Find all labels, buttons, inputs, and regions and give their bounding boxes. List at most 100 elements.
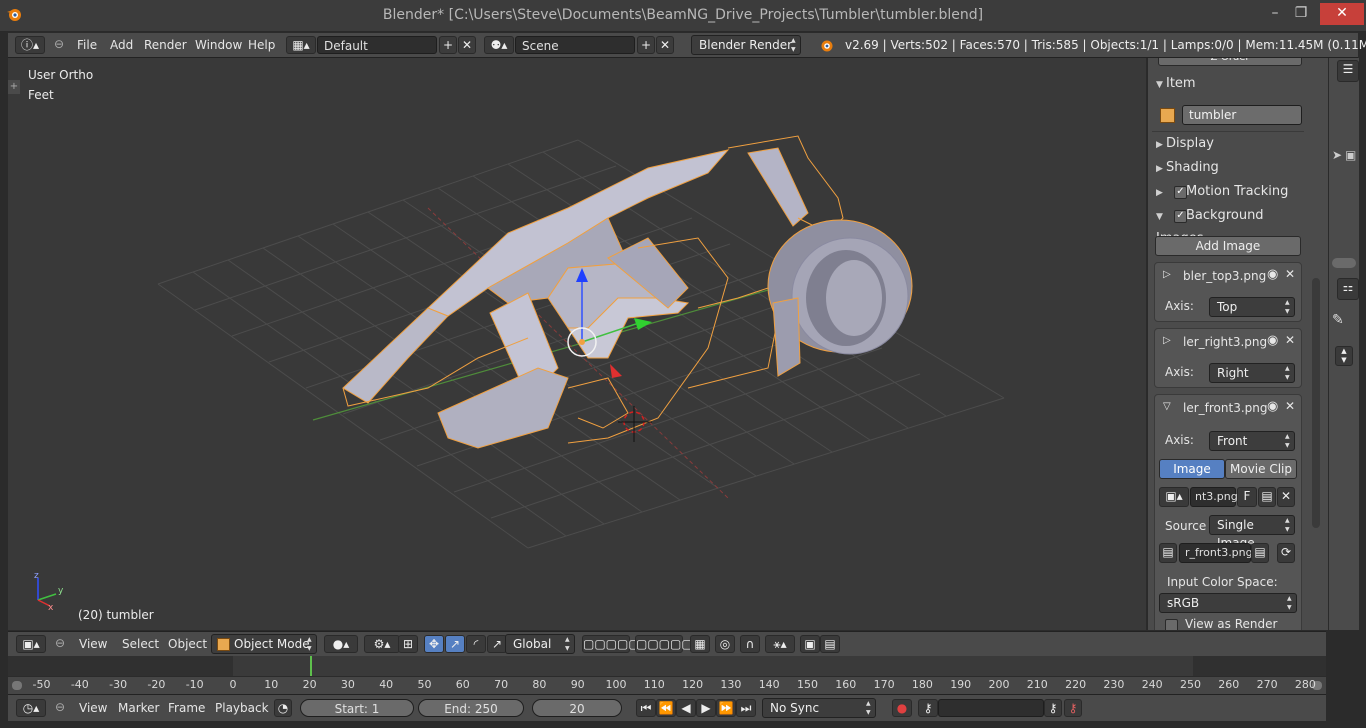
menu-frame[interactable]: Frame [168, 701, 205, 715]
outliner-icon[interactable]: ⚏ [1337, 278, 1359, 300]
menu-view[interactable]: View [79, 701, 107, 715]
render-engine-dropdown[interactable]: Blender Render [691, 35, 801, 55]
proportional-falloff-icon[interactable]: ∩ [740, 635, 760, 653]
reload-icon[interactable]: ⟳ [1277, 543, 1295, 563]
scroll-handle-left[interactable] [12, 681, 22, 690]
axis-dropdown-top[interactable]: Top [1209, 297, 1295, 317]
collapse-menu-icon[interactable]: ⊖ [55, 700, 65, 714]
lock-layers-icon[interactable]: ▦ [690, 635, 710, 653]
render-preview-icon[interactable]: ▣ [800, 635, 820, 653]
layers-grid-b[interactable]: ▢▢▢▢▢ [635, 635, 693, 653]
panel-display-header[interactable]: ▶ Display [1156, 133, 1304, 155]
render-animation-icon[interactable]: ▤ [820, 635, 840, 653]
current-frame-field[interactable]: 20 [532, 699, 622, 717]
add-scene-icon[interactable]: + [637, 36, 655, 54]
next-keyframe-icon[interactable]: ⏩ [716, 699, 736, 717]
transform-orientation-icon[interactable]: ↗ [487, 635, 507, 653]
layout-field[interactable]: Default [317, 36, 437, 54]
timeline-ruler[interactable]: -50 -40 -30 -20 -10 0 10 20 30 40 50 60 70 80 90 100 110… [8, 676, 1326, 694]
maximize-button[interactable]: ❐ [1286, 3, 1316, 25]
editor-type-timeline-icon[interactable]: ◷▴ [16, 699, 46, 717]
color-space-dropdown[interactable]: sRGB [1159, 593, 1297, 613]
3d-cursor[interactable] [618, 406, 652, 442]
remove-image-icon[interactable]: ✕ [1285, 267, 1295, 281]
axis-dropdown-front[interactable]: Front [1209, 431, 1295, 451]
scene-field[interactable]: Scene [515, 36, 635, 54]
unlink-image-icon[interactable]: ✕ [1277, 487, 1295, 507]
camera-icon[interactable]: ▣ [1345, 148, 1356, 162]
editor-type-3d-icon[interactable]: ▣▴ [16, 635, 46, 653]
expand-triangle-icon[interactable]: ▷ [1163, 335, 1171, 346]
motion-tracking-checkbox[interactable]: ✓ [1174, 186, 1187, 199]
keying-set-field[interactable] [938, 699, 1044, 717]
editor-type-info-icon[interactable]: ⓘ▴ [15, 36, 45, 54]
menu-window[interactable]: Window [195, 38, 242, 52]
viewport-shading-icon[interactable]: ●▴ [324, 635, 358, 653]
record-icon[interactable]: ● [892, 699, 912, 717]
menu-playback[interactable]: Playback [215, 701, 269, 715]
sidebar-scrollbar[interactable] [1312, 278, 1320, 528]
scene-selector-icon[interactable]: ⚉▴ [484, 36, 514, 54]
image-datablock-field[interactable]: nt3.png [1190, 487, 1238, 507]
view-as-render-checkbox[interactable] [1165, 619, 1178, 630]
remove-layout-icon[interactable]: ✕ [458, 36, 476, 54]
panel-background-images-header[interactable]: ▼✓Background Images [1156, 205, 1304, 246]
browse-file-icon[interactable]: ▤ [1251, 543, 1269, 563]
layers-grid-a[interactable]: ▢▢▢▢▢ [582, 635, 640, 653]
layout-selector-icon[interactable]: ▦▴ [286, 36, 316, 54]
folder-icon[interactable]: ▤ [1258, 487, 1276, 507]
scroll-arrows-icon[interactable]: ▲ ▼ [1335, 346, 1353, 366]
close-button[interactable]: ✕ [1320, 3, 1364, 25]
remove-scene-icon[interactable]: ✕ [656, 36, 674, 54]
properties-editor-icon[interactable]: ☰ [1337, 60, 1359, 82]
pivot-point-icon[interactable]: ⚙▴ [364, 635, 400, 653]
axis-dropdown-right[interactable]: Right [1209, 363, 1295, 383]
start-frame-field[interactable]: Start: 1 [300, 699, 414, 717]
delete-keyframe-icon[interactable]: ⚷ [1064, 699, 1082, 717]
orientation-dropdown[interactable]: Global [505, 634, 575, 654]
translate-manipulator-icon[interactable]: ✥ [424, 635, 444, 653]
panel-shading-header[interactable]: ▶ Shading [1156, 157, 1304, 179]
panel-motion-tracking-header[interactable]: ▶ ✓ Motion Tracking [1156, 181, 1304, 203]
end-frame-field[interactable]: End: 250 [418, 699, 524, 717]
toggle-switch[interactable] [1332, 258, 1356, 268]
current-frame-marker[interactable] [309, 656, 312, 676]
menu-file[interactable]: File [77, 38, 97, 52]
object-name-field[interactable]: tumbler [1182, 105, 1302, 125]
menu-view[interactable]: View [79, 637, 107, 651]
preview-range-icon[interactable]: ◔ [274, 699, 292, 717]
menu-marker[interactable]: Marker [118, 701, 159, 715]
remove-image-icon[interactable]: ✕ [1285, 399, 1295, 413]
eye-icon[interactable]: ◉ [1267, 267, 1278, 282]
sync-dropdown[interactable]: No Sync [762, 698, 876, 718]
source-dropdown[interactable]: Single Image [1209, 515, 1295, 550]
expand-triangle-icon[interactable]: ▷ [1163, 269, 1171, 280]
collapse-menu-icon[interactable]: ⊖ [54, 37, 64, 51]
eye-icon[interactable]: ◉ [1267, 333, 1278, 348]
keying-set-icon[interactable]: ⚷ [918, 699, 938, 717]
collapse-menu-icon[interactable]: ⊖ [55, 636, 65, 650]
menu-render[interactable]: Render [144, 38, 187, 52]
menu-help[interactable]: Help [248, 38, 275, 52]
eye-icon[interactable]: ◉ [1267, 399, 1278, 414]
play-reverse-icon[interactable]: ◀ [676, 699, 696, 717]
tab-movie-clip[interactable]: Movie Clip [1225, 459, 1297, 479]
jump-start-icon[interactable]: ⏮ [636, 699, 656, 717]
rotate-manipulator-icon[interactable]: ↗ [445, 635, 465, 653]
background-images-checkbox[interactable]: ✓ [1174, 210, 1187, 223]
top-clipped-button[interactable]: Z-Order [1158, 58, 1302, 66]
prev-keyframe-icon[interactable]: ⏪ [656, 699, 676, 717]
viewport-canvas[interactable] [8, 58, 1146, 630]
fake-user-button[interactable]: F [1237, 487, 1257, 507]
tab-image[interactable]: Image [1159, 459, 1225, 479]
menu-object[interactable]: Object [168, 637, 207, 651]
menu-add[interactable]: Add [110, 38, 133, 52]
jump-end-icon[interactable]: ⏭ [736, 699, 756, 717]
3d-viewport[interactable]: + User Ortho Feet z y x (20) tumbler [8, 58, 1146, 630]
proportional-edit-icon[interactable]: ◎ [715, 635, 735, 653]
remove-image-icon[interactable]: ✕ [1285, 333, 1295, 347]
insert-keyframe-icon[interactable]: ⚷ [1044, 699, 1062, 717]
manipulator-icon[interactable]: ⊞ [398, 635, 418, 653]
scale-manipulator-icon[interactable]: ◜ [466, 635, 486, 653]
timeline-track[interactable] [8, 656, 1326, 676]
